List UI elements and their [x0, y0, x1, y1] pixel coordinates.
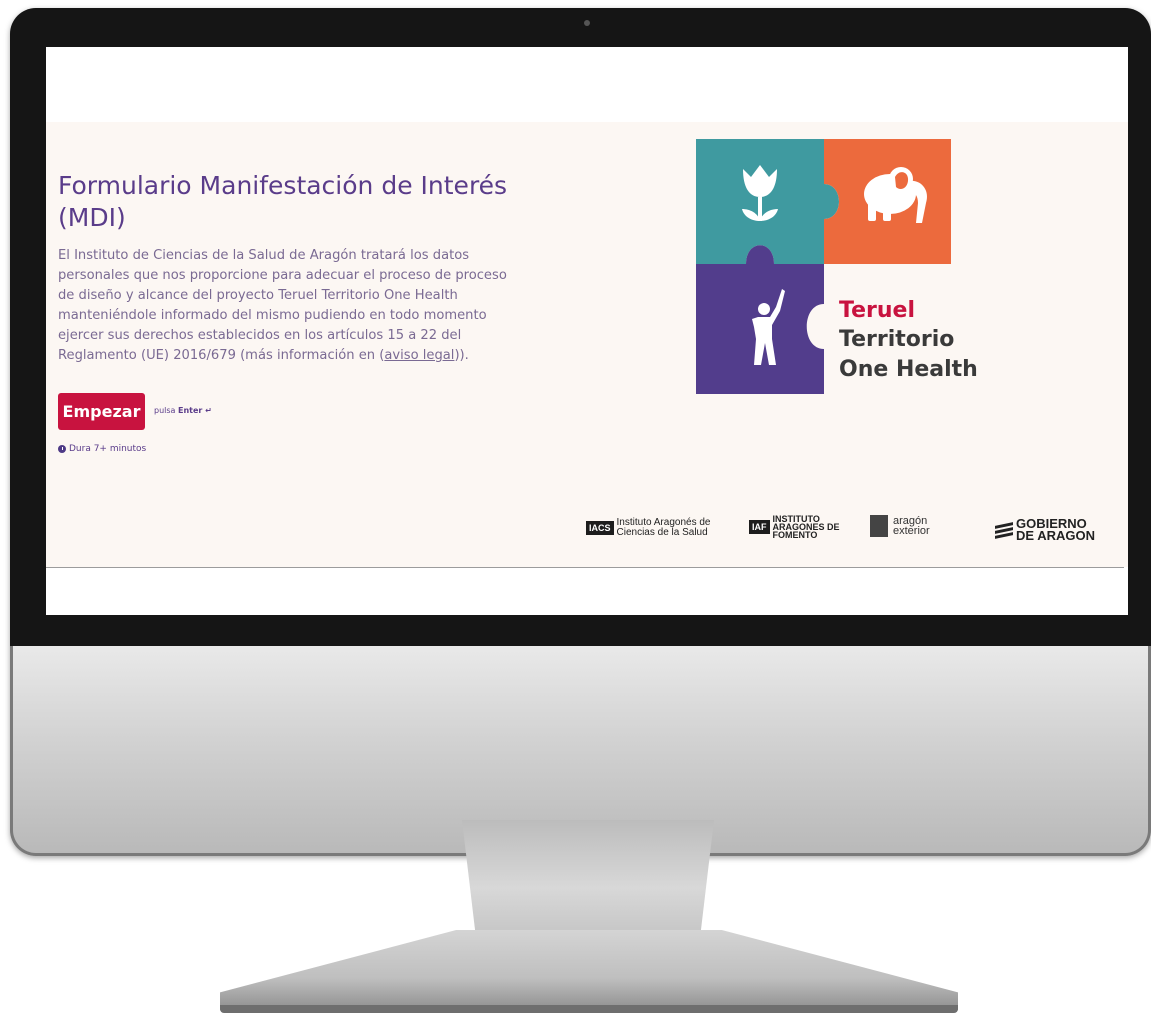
monitor-stand-base	[220, 930, 958, 1010]
iaf-name: INSTITUTO ARAGONES DE FOMENTO	[772, 515, 840, 540]
start-button[interactable]: Empezar	[58, 393, 145, 430]
description-text-end: )).	[454, 348, 469, 363]
enter-key-label: Enter ↵	[178, 406, 212, 415]
form-description: El Instituto de Ciencias de la Salud de …	[58, 246, 523, 366]
description-text: El Instituto de Ciencias de la Salud de …	[58, 248, 507, 363]
iaf-name-line3: FOMENTO	[772, 530, 818, 540]
welcome-screen: Formulario Manifestación de Interés (MDI…	[46, 122, 1128, 567]
iaf-badge: IAF	[749, 520, 770, 534]
iacs-name: Instituto Aragonés de Ciencias de la Sal…	[617, 518, 711, 538]
arex-line2: exterior	[893, 525, 930, 537]
clock-icon	[58, 445, 66, 453]
press-enter-hint: pulsa Enter ↵	[154, 406, 212, 415]
monitor-stand-edge	[220, 1005, 958, 1013]
screen: Formulario Manifestación de Interés (MDI…	[46, 47, 1128, 615]
iacs-name-line2: Ciencias de la Salud	[616, 527, 708, 538]
logo-title-territorio: Territorio	[839, 327, 955, 352]
puzzle-piece-teal	[696, 139, 839, 264]
logo-title-teruel: Teruel	[839, 298, 915, 323]
press-hint-prefix: pulsa	[154, 406, 176, 415]
aragon-flag-icon	[995, 522, 1013, 539]
gobierno-aragon-logo: GOBIERNO DE ARAGON	[995, 517, 1095, 543]
logo-title-one-health: One Health	[839, 357, 978, 382]
form-title: Formulario Manifestación de Interés (MDI…	[58, 171, 508, 232]
teruel-one-health-logo	[696, 139, 951, 394]
divider	[46, 567, 1124, 568]
page-top-bar	[46, 47, 1128, 122]
aragon-exterior-logo: aragón exterior	[870, 515, 930, 537]
aragon-exterior-name: aragón exterior	[893, 516, 930, 537]
iacs-badge: IACS	[586, 521, 614, 535]
iaf-logo: IAF INSTITUTO ARAGONES DE FOMENTO	[749, 515, 840, 540]
camera-icon	[584, 20, 590, 26]
iacs-logo: IACS Instituto Aragonés de Ciencias de l…	[586, 518, 710, 538]
aragon-exterior-mark	[870, 515, 888, 537]
duration-label: Dura 7+ minutos	[69, 444, 147, 454]
gobierno-aragon-name: GOBIERNO DE ARAGON	[1016, 517, 1095, 543]
legal-notice-link[interactable]: aviso legal	[384, 348, 454, 363]
duration-note: Dura 7+ minutos	[58, 444, 146, 454]
gob-line2: DE ARAGON	[1016, 528, 1095, 543]
